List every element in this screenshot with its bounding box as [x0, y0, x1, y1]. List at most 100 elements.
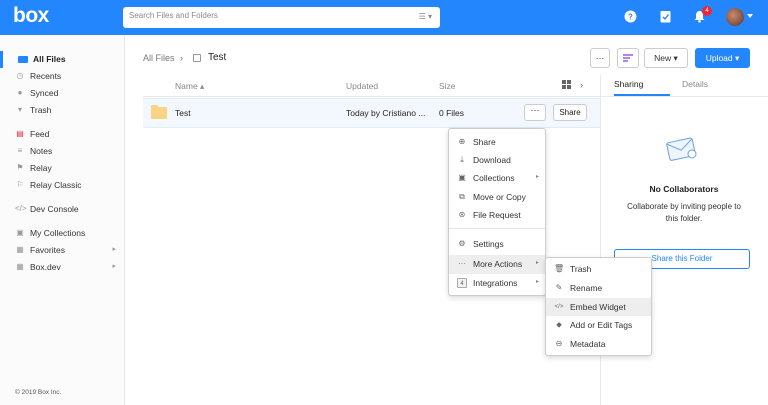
submenu-item-trash[interactable]: 🗑 Trash — [546, 260, 651, 278]
folder-icon — [193, 54, 201, 62]
share-icon: ⊕ — [458, 137, 466, 146]
row-updated: Today by Cristiano ... — [346, 108, 426, 118]
filter-icon[interactable]: ☰ ▾ — [419, 12, 432, 21]
box-dev-icon: ▦ — [16, 262, 24, 271]
sidebar-item-trash[interactable]: ▾ Trash — [0, 102, 124, 119]
tasks-icon[interactable] — [659, 10, 672, 23]
menu-item-integrations[interactable]: 4 Integrations ▸ — [449, 274, 545, 292]
integrations-icon: 4 — [457, 278, 467, 288]
sidebar-item-label: Relay Classic — [30, 180, 82, 190]
menu-item-label: Metadata — [570, 339, 606, 349]
sidebar-item-notes[interactable]: ≡ Notes — [0, 143, 124, 160]
sidebar: All Files ◷ Recents ● Synced ▾ Trash ▤ F… — [0, 35, 125, 405]
menu-item-label: Embed Widget — [570, 302, 626, 312]
page-title: Test — [208, 52, 227, 63]
sidebar-item-favorites[interactable]: ▦ Favorites ▸ — [0, 242, 124, 259]
sidebar-item-all-files[interactable]: All Files — [0, 51, 124, 68]
sidebar-item-box-dev[interactable]: ▦ Box.dev ▸ — [0, 259, 124, 276]
chevron-right-icon: ▸ — [535, 279, 539, 285]
clock-icon: ◷ — [16, 71, 24, 80]
menu-item-label: Trash — [570, 264, 592, 274]
sidebar-item-label: Favorites — [30, 245, 65, 255]
menu-item-label: More Actions — [473, 259, 523, 269]
column-size[interactable]: Size — [439, 81, 456, 91]
divider — [600, 96, 768, 97]
upload-button[interactable]: Upload ▾ — [695, 48, 750, 68]
menu-item-download[interactable]: ⤓ Download — [449, 151, 545, 169]
sidebar-item-relay-classic[interactable]: ⚐ Relay Classic — [0, 177, 124, 194]
submenu-item-rename[interactable]: ✎ Rename — [546, 279, 651, 297]
notes-button[interactable] — [617, 48, 639, 68]
menu-item-label: Move or Copy — [473, 192, 526, 202]
tab-sharing[interactable]: Sharing — [614, 79, 643, 89]
sidebar-item-synced[interactable]: ● Synced — [0, 85, 124, 102]
sidebar-item-relay[interactable]: ⚑ Relay — [0, 160, 124, 177]
folder-icon — [151, 105, 167, 119]
chevron-down-icon[interactable] — [747, 14, 753, 18]
column-name[interactable]: Name ▴ — [175, 81, 204, 92]
menu-item-label: File Request — [473, 210, 521, 220]
more-actions-submenu: 🗑 Trash ✎ Rename </> Embed Widget ⬥ Add … — [545, 257, 652, 356]
sidebar-item-label: Notes — [30, 146, 53, 156]
search-placeholder: Search Files and Folders — [129, 11, 218, 20]
download-icon: ⤓ — [460, 155, 464, 164]
search-input[interactable]: Search Files and Folders ☰ ▾ — [123, 7, 440, 28]
menu-item-file-request[interactable]: ⊛ File Request — [449, 206, 545, 224]
sidebar-item-feed[interactable]: ▤ Feed — [0, 126, 124, 143]
menu-item-move-copy[interactable]: ⧉ Move or Copy — [449, 188, 545, 206]
sidebar-item-dev-console[interactable]: </> Dev Console — [0, 201, 124, 218]
tab-details[interactable]: Details — [682, 79, 708, 89]
sidebar-item-label: All Files — [33, 54, 66, 64]
more-options-button[interactable]: ··· — [590, 48, 610, 68]
menu-item-collections[interactable]: ▣ Collections ▸ — [449, 169, 545, 187]
notes-icon: ≡ — [17, 146, 23, 155]
grid-view-icon[interactable] — [562, 80, 571, 89]
sidebar-item-recents[interactable]: ◷ Recents — [0, 68, 124, 85]
menu-item-settings[interactable]: ⚙ Settings — [449, 235, 545, 253]
menu-item-label: Download — [473, 155, 511, 165]
menu-item-share[interactable]: ⊕ Share — [449, 133, 545, 151]
sidebar-item-label: My Collections — [30, 228, 86, 238]
menu-item-label: Rename — [570, 283, 603, 293]
sidebar-item-label: Trash — [30, 105, 52, 115]
collections-icon: ▣ — [16, 228, 24, 237]
collections-icon: ▣ — [458, 173, 466, 182]
embed-icon: </> — [554, 304, 564, 310]
metadata-icon: ⊖ — [555, 339, 563, 348]
submenu-item-tags[interactable]: ⬥ Add or Edit Tags — [546, 316, 651, 334]
chevron-right-icon: ▸ — [535, 174, 539, 180]
row-more-button[interactable]: ··· — [524, 104, 546, 121]
relay-icon: ⚑ — [16, 163, 24, 172]
chevron-right-icon[interactable]: › — [580, 80, 583, 90]
notification-badge: 4 — [702, 6, 712, 16]
sidebar-item-label: Recents — [30, 71, 62, 81]
copyright: © 2019 Box Inc. — [15, 389, 62, 396]
row-share-button[interactable]: Share — [553, 104, 587, 121]
settings-icon: ⚙ — [458, 239, 466, 248]
row-name[interactable]: Test — [175, 108, 191, 118]
context-menu: ⊕ Share ⤓ Download ▣ Collections ▸ ⧉ Mov… — [448, 128, 546, 296]
notes-icon — [623, 54, 633, 62]
svg-text:?: ? — [628, 13, 633, 22]
move-copy-icon: ⧉ — [459, 192, 465, 201]
menu-item-more-actions[interactable]: ··· More Actions ▸ — [449, 255, 545, 274]
new-button[interactable]: New ▾ — [644, 48, 688, 68]
no-collaborators-text: Collaborate by inviting people to this f… — [627, 202, 741, 223]
help-icon[interactable]: ? — [624, 10, 637, 23]
more-icon: ··· — [458, 259, 466, 268]
box-logo[interactable]: box — [13, 4, 49, 28]
submenu-item-metadata[interactable]: ⊖ Metadata — [546, 335, 651, 353]
row-size: 0 Files — [439, 108, 465, 118]
breadcrumb-root[interactable]: All Files — [143, 53, 175, 63]
menu-item-label: Collections — [473, 173, 515, 183]
submenu-item-embed-widget[interactable]: </> Embed Widget — [546, 298, 651, 316]
sidebar-item-label: Dev Console — [30, 204, 79, 214]
trash-icon: 🗑 — [554, 264, 565, 273]
column-updated[interactable]: Updated — [346, 81, 378, 91]
avatar[interactable] — [726, 8, 744, 26]
tag-icon: ⬥ — [556, 320, 562, 329]
sidebar-item-my-collections[interactable]: ▣ My Collections — [0, 225, 124, 242]
chevron-right-icon: ▸ — [112, 246, 116, 253]
divider — [449, 228, 545, 229]
feed-icon: ▤ — [16, 129, 24, 138]
